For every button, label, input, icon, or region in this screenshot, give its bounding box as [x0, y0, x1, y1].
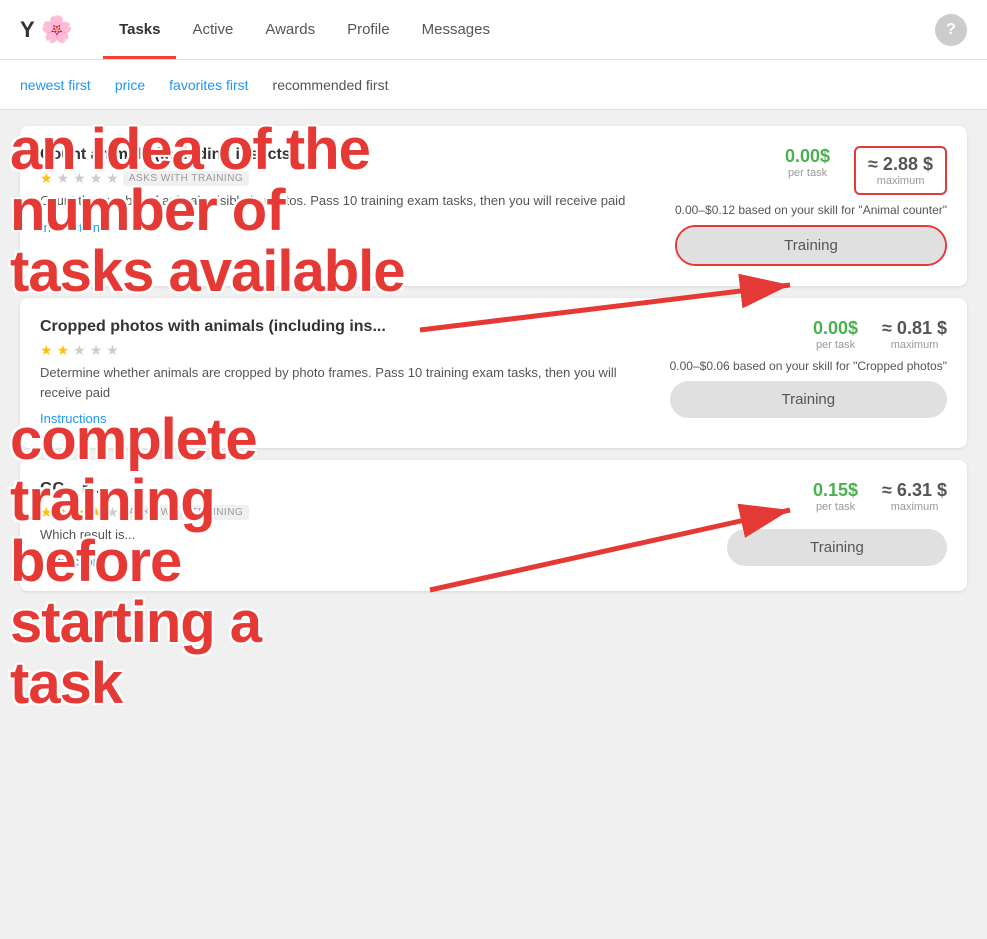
sort-bar: newest first price favorites first recom…: [0, 60, 987, 110]
max-price-block-3: ≈ 6.31 $ maximum: [882, 480, 947, 513]
task-pricing-3: 0.15$ per task ≈ 6.31 $ maximum Training: [727, 480, 947, 571]
task-list: an idea of thenumber oftasks available c…: [0, 110, 987, 607]
price-row-2: 0.00$ per task ≈ 0.81 $ maximum: [813, 318, 947, 351]
star-1-3: ★: [73, 170, 86, 187]
star-3-3: ★: [73, 504, 86, 521]
task-pricing-2: 0.00$ per task ≈ 0.81 $ maximum 0.00–$0.…: [670, 318, 947, 428]
max-price-block-2: ≈ 0.81 $ maximum: [882, 318, 947, 351]
max-price-value-1: ≈ 2.88 $: [868, 154, 933, 175]
task-title-3: GC... r...: [40, 480, 707, 498]
task-title-2: Cropped photos with animals (including i…: [40, 318, 650, 336]
max-price-value-2: ≈ 0.81 $: [882, 318, 947, 339]
nav-tasks[interactable]: Tasks: [103, 0, 176, 59]
task-badge-3: ASKS WITH TRAINING: [123, 505, 249, 520]
task-badge-1: ASKS WITH TRAINING: [123, 171, 249, 186]
max-price-label-1: maximum: [868, 175, 933, 187]
star-2-3: ★: [73, 342, 86, 359]
task-card-1: Count animals (including insects) ★ ★ ★ …: [20, 126, 967, 286]
sort-price[interactable]: price: [115, 77, 145, 93]
sort-favorites[interactable]: favorites first: [169, 77, 248, 93]
per-task-value-1: 0.00$: [785, 146, 830, 167]
max-price-label-2: maximum: [882, 339, 947, 351]
per-task-label-1: per task: [785, 167, 830, 179]
star-1-1: ★: [40, 170, 53, 187]
task-desc-2: Determine whether animals are cropped by…: [40, 363, 650, 402]
star-3-2: ★: [57, 504, 70, 521]
nav-profile[interactable]: Profile: [331, 0, 406, 59]
task-info-1: Count animals (including insects) ★ ★ ★ …: [40, 146, 655, 266]
logo-y: Y: [20, 17, 35, 43]
max-price-block-1: ≈ 2.88 $ maximum: [854, 146, 947, 195]
max-price-value-3: ≈ 6.31 $: [882, 480, 947, 501]
task-info-2: Cropped photos with animals (including i…: [40, 318, 650, 428]
star-1-4: ★: [90, 170, 103, 187]
task-desc-3: Which result is...: [40, 525, 707, 545]
star-3-4: ★: [90, 504, 103, 521]
task-card-2: Cropped photos with animals (including i…: [20, 298, 967, 448]
star-2-2: ★: [57, 342, 70, 359]
per-task-label-3: per task: [813, 501, 858, 513]
per-task-label-2: per task: [813, 339, 858, 351]
star-2-1: ★: [40, 342, 53, 359]
per-task-block-2: 0.00$ per task: [813, 318, 858, 351]
nav-messages[interactable]: Messages: [406, 0, 506, 59]
per-task-block-1: 0.00$ per task: [785, 146, 830, 195]
training-button-1[interactable]: Training: [677, 227, 945, 264]
star-3-1: ★: [40, 504, 53, 521]
star-2-5: ★: [106, 342, 119, 359]
task-link-3[interactable]: Instructions: [40, 554, 106, 569]
nav-active[interactable]: Active: [176, 0, 249, 59]
star-3-5: ★: [106, 504, 119, 521]
skill-info-2: 0.00–$0.06 based on your skill for "Crop…: [670, 359, 947, 373]
task-title-1: Count animals (including insects): [40, 146, 655, 164]
task-desc-1: Count the number of animals visible in p…: [40, 191, 655, 211]
header: Y 🌸 Tasks Active Awards Profile Messages…: [0, 0, 987, 60]
sort-recommended[interactable]: recommended first: [273, 77, 389, 93]
task-stars-3: ★ ★ ★ ★ ★ ASKS WITH TRAINING: [40, 504, 707, 521]
star-2-4: ★: [90, 342, 103, 359]
skill-info-1: 0.00–$0.12 based on your skill for "Anim…: [675, 203, 947, 217]
max-price-label-3: maximum: [882, 501, 947, 513]
price-row-1: 0.00$ per task ≈ 2.88 $ maximum: [785, 146, 947, 195]
task-stars-1: ★ ★ ★ ★ ★ ASKS WITH TRAINING: [40, 170, 655, 187]
help-button[interactable]: ?: [935, 14, 967, 46]
training-button-3[interactable]: Training: [727, 529, 947, 566]
per-task-value-2: 0.00$: [813, 318, 858, 339]
training-button-2[interactable]: Training: [670, 381, 947, 418]
per-task-block-3: 0.15$ per task: [813, 480, 858, 513]
price-row-3: 0.15$ per task ≈ 6.31 $ maximum: [813, 480, 947, 513]
star-1-2: ★: [57, 170, 70, 187]
logo-flower: 🌸: [41, 14, 73, 45]
star-1-5: ★: [106, 170, 119, 187]
per-task-value-3: 0.15$: [813, 480, 858, 501]
training-btn-box-1: Training: [675, 225, 947, 266]
task-stars-2: ★ ★ ★ ★ ★: [40, 342, 650, 359]
sort-newest[interactable]: newest first: [20, 77, 91, 93]
logo: Y 🌸: [20, 14, 73, 45]
task-pricing-1: 0.00$ per task ≈ 2.88 $ maximum 0.00–$0.…: [675, 146, 947, 266]
task-link-2[interactable]: Instructions: [40, 411, 106, 426]
task-link-1[interactable]: Instructions: [40, 220, 106, 235]
task-info-3: GC... r... ★ ★ ★ ★ ★ ASKS WITH TRAINING …: [40, 480, 707, 571]
nav-awards[interactable]: Awards: [249, 0, 331, 59]
main-nav: Tasks Active Awards Profile Messages: [103, 0, 935, 59]
task-card-3: GC... r... ★ ★ ★ ★ ★ ASKS WITH TRAINING …: [20, 460, 967, 591]
